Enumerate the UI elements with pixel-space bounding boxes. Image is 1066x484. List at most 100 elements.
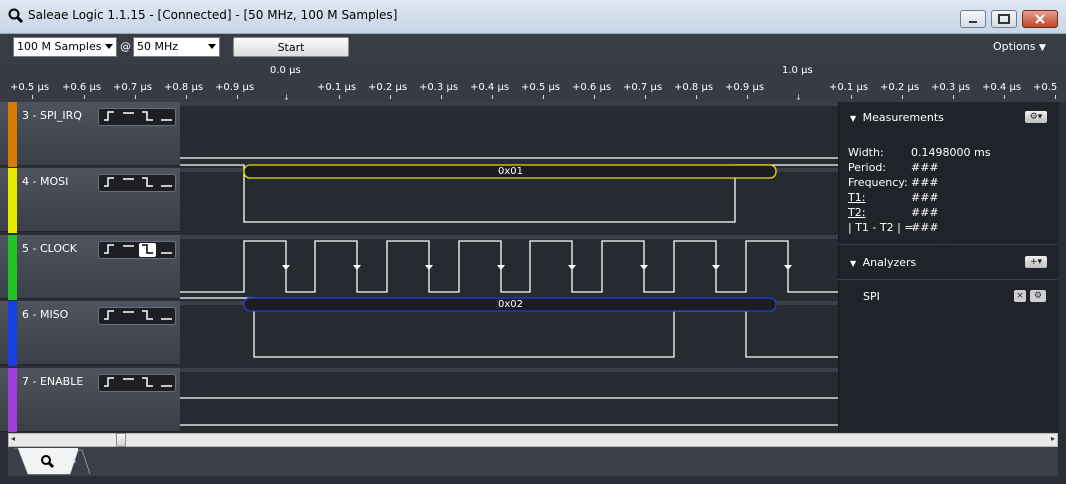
sample-rate-select[interactable]: 50 MHz xyxy=(133,37,220,57)
maximize-icon xyxy=(998,14,1010,24)
falling-edge-marker-icon xyxy=(353,265,361,270)
minimize-icon xyxy=(969,21,977,23)
ruler-tick-mark xyxy=(441,95,442,99)
ruler-tick-label: +0.7 µs xyxy=(113,82,153,93)
low-level-icon[interactable] xyxy=(158,110,175,124)
scroll-left-icon[interactable]: ◂ xyxy=(11,434,15,443)
ruler-tick-mark xyxy=(1055,95,1056,99)
measurement-value: ### xyxy=(911,221,939,234)
rising-edge-icon[interactable] xyxy=(101,309,118,323)
ruler-major-label: 1.0 µs xyxy=(782,65,813,76)
rising-edge-icon[interactable] xyxy=(101,110,118,124)
close-icon: × xyxy=(1016,291,1024,301)
channel-name: 5 - CLOCK xyxy=(22,242,77,255)
start-button[interactable]: Start xyxy=(233,37,349,57)
waveform-area[interactable] xyxy=(180,102,838,432)
search-icon[interactable] xyxy=(40,454,56,470)
falling-edge-icon[interactable] xyxy=(139,309,156,323)
time-ruler[interactable] xyxy=(0,60,1066,102)
ruler-tick-mark xyxy=(747,95,748,99)
channel-name: 7 - ENABLE xyxy=(22,375,84,388)
channel-separator xyxy=(180,235,838,239)
falling-edge-marker-icon xyxy=(712,265,720,270)
ruler-tick-mark xyxy=(390,95,391,99)
measurements-settings-button[interactable]: ⚙▾ xyxy=(1025,111,1047,123)
measurement-label: T2: xyxy=(848,206,866,219)
ruler-tick-label: +0.8 µs xyxy=(164,82,204,93)
measurements-title: Measurements xyxy=(862,111,944,124)
high-level-icon[interactable] xyxy=(120,309,137,323)
ruler-tick-label: +0.8 µs xyxy=(674,82,714,93)
rising-edge-icon[interactable] xyxy=(101,176,118,190)
window-title: Saleae Logic 1.1.15 - [Connected] - [50 … xyxy=(28,8,398,22)
high-level-icon[interactable] xyxy=(120,176,137,190)
analyzer-item-spi[interactable]: SPI xyxy=(863,290,880,303)
measurement-label: Period: xyxy=(848,161,887,174)
trigger-selector xyxy=(98,374,176,392)
channel-color-stripe xyxy=(8,168,17,233)
channel-name: 6 - MISO xyxy=(22,308,69,321)
measurements-header[interactable]: ▼ Measurements xyxy=(850,111,944,124)
low-level-icon[interactable] xyxy=(158,376,175,390)
analyzers-header[interactable]: ▼ Analyzers xyxy=(850,256,916,269)
ruler-tick-mark xyxy=(851,95,852,99)
low-level-icon[interactable] xyxy=(158,243,175,257)
measurement-value: ### xyxy=(911,176,939,189)
ruler-tick-mark xyxy=(339,95,340,99)
analyzer-settings-button[interactable]: ⚙ xyxy=(1030,290,1046,302)
close-button[interactable] xyxy=(1022,10,1058,28)
falling-edge-icon[interactable] xyxy=(139,110,156,124)
high-level-icon[interactable] xyxy=(120,243,137,257)
ruler-tick-mark xyxy=(186,95,187,99)
measurement-value: 0.1498000 ms xyxy=(911,146,991,159)
triangle-down-icon: ▼ xyxy=(850,259,857,268)
high-level-icon[interactable] xyxy=(120,110,137,124)
close-icon xyxy=(1035,14,1045,24)
high-level-icon[interactable] xyxy=(120,376,137,390)
low-level-icon[interactable] xyxy=(158,176,175,190)
waveform-canvas xyxy=(180,102,838,426)
falling-edge-marker-icon xyxy=(784,265,792,270)
falling-edge-icon[interactable] xyxy=(139,176,156,190)
ruler-tick-label: +0.5 xyxy=(1033,82,1058,93)
ruler-tick-mark xyxy=(953,95,954,99)
chevron-down-icon xyxy=(105,44,113,49)
panel-divider xyxy=(838,279,1058,280)
falling-edge-icon[interactable] xyxy=(139,376,156,390)
sample-count-select[interactable]: 100 M Samples xyxy=(13,37,117,57)
options-menu[interactable]: Options ▼ xyxy=(993,40,1046,53)
falling-edge-icon[interactable] xyxy=(139,243,156,257)
ruler-major-label: 0.0 µs xyxy=(270,65,301,76)
analyzers-title: Analyzers xyxy=(862,256,917,269)
low-level-icon[interactable] xyxy=(158,309,175,323)
ruler-tick-mark xyxy=(645,95,646,99)
horizontal-scrollbar[interactable]: ◂ ▸ xyxy=(8,433,1058,447)
ruler-tick-mark xyxy=(543,95,544,99)
ruler-tick-label: +0.6 µs xyxy=(62,82,102,93)
measurement-label: | T1 - T2 | = xyxy=(848,221,914,234)
trigger-selector xyxy=(98,108,176,126)
tab-next-button[interactable]: › xyxy=(72,454,77,468)
miso-decode-label: 0x02 xyxy=(498,299,524,310)
falling-edge-marker-icon xyxy=(425,265,433,270)
channel-color-stripe xyxy=(8,102,17,167)
mosi-decode-label: 0x01 xyxy=(498,166,524,177)
scrollbar-thumb[interactable] xyxy=(116,433,126,447)
ruler-tick-mark xyxy=(32,95,33,99)
title-bar: Saleae Logic 1.1.15 - [Connected] - [50 … xyxy=(0,0,1066,34)
at-label: @ xyxy=(120,40,131,53)
ruler-tick-label: +0.2 µs xyxy=(368,82,408,93)
minimize-button[interactable] xyxy=(960,10,986,28)
maximize-button[interactable] xyxy=(991,10,1017,28)
scroll-right-icon[interactable]: ▸ xyxy=(1051,434,1055,443)
ruler-tick-label: +0.9 µs xyxy=(215,82,255,93)
falling-edge-marker-icon xyxy=(282,265,290,270)
rising-edge-icon[interactable] xyxy=(101,243,118,257)
ruler-tick-label: +0.1 µs xyxy=(829,82,869,93)
analyzer-remove-button[interactable]: × xyxy=(1014,290,1026,302)
channel-separator xyxy=(180,102,838,106)
add-analyzer-button[interactable]: +▾ xyxy=(1025,256,1047,268)
rising-edge-icon[interactable] xyxy=(101,376,118,390)
channel-color-stripe xyxy=(8,368,17,432)
measurement-value: ### xyxy=(911,191,939,204)
